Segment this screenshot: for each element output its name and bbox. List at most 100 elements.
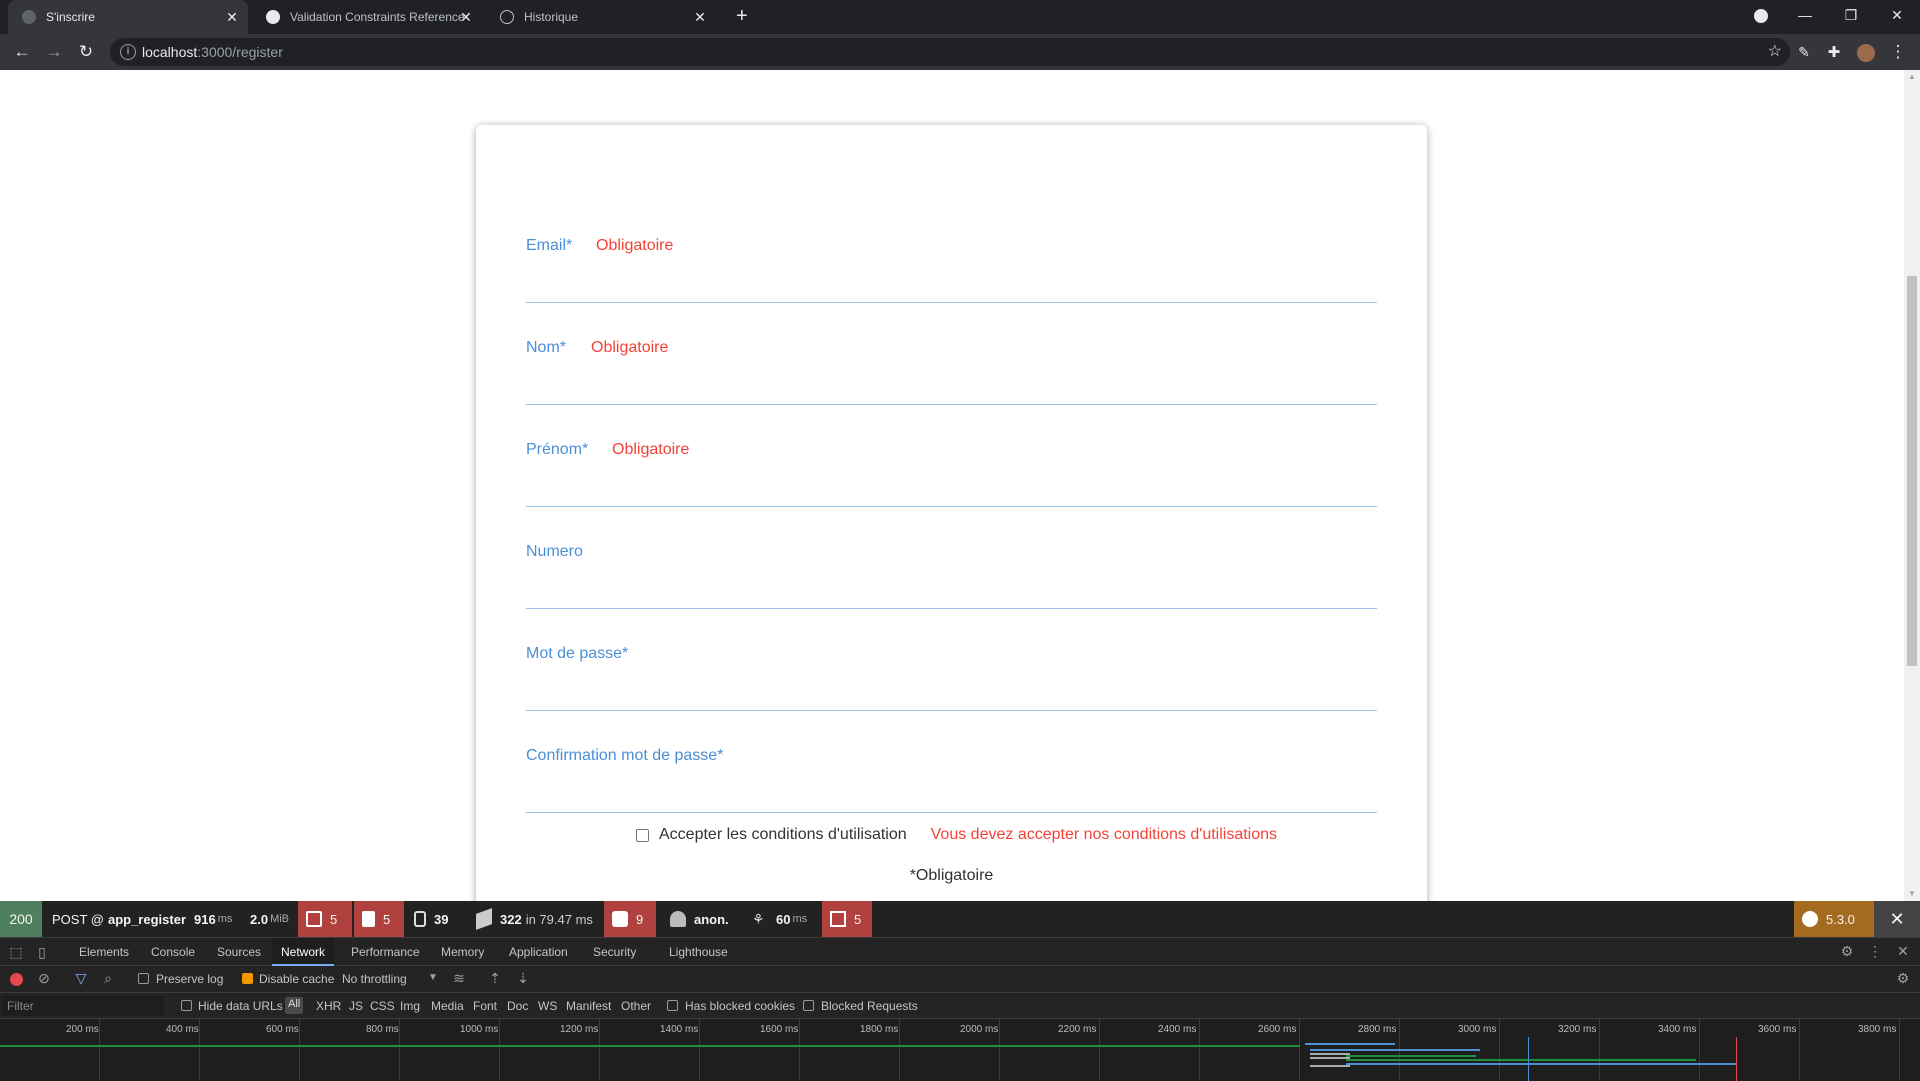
profile-avatar[interactable] bbox=[1857, 44, 1875, 62]
site-info-icon[interactable]: i bbox=[120, 44, 136, 60]
tab-performance[interactable]: Performance bbox=[342, 938, 429, 966]
close-tab-icon[interactable]: ✕ bbox=[692, 9, 708, 25]
throttling-select[interactable]: No throttling bbox=[342, 972, 407, 986]
tab-security[interactable]: Security bbox=[584, 938, 645, 966]
network-timeline-overview[interactable]: 200 ms 400 ms 600 ms 800 ms 1000 ms 1200… bbox=[0, 1019, 1920, 1081]
tab-historique[interactable]: Historique ✕ bbox=[486, 0, 716, 34]
devtools-menu-icon[interactable]: ⋮ bbox=[1866, 943, 1884, 961]
memory-panel[interactable]: 2.0 MiB bbox=[242, 901, 297, 937]
type-filter-other[interactable]: Other bbox=[621, 999, 651, 1013]
tab-memory[interactable]: Memory bbox=[432, 938, 493, 966]
request-route[interactable]: POST @ app_register bbox=[44, 901, 194, 937]
export-har-icon[interactable]: ⇣ bbox=[514, 970, 532, 988]
settings-gear-icon[interactable]: ⚙ bbox=[1838, 943, 1856, 961]
import-har-icon[interactable]: ⇡ bbox=[486, 970, 504, 988]
type-filter-css[interactable]: CSS bbox=[370, 999, 395, 1013]
validator-panel[interactable]: 5 bbox=[354, 901, 404, 937]
type-filter-doc[interactable]: Doc bbox=[507, 999, 528, 1013]
new-tab-icon[interactable]: + bbox=[736, 5, 748, 28]
tab-lighthouse[interactable]: Lighthouse bbox=[660, 938, 737, 966]
type-filter-all[interactable]: All bbox=[285, 997, 304, 1014]
filter-input[interactable]: Filter bbox=[2, 996, 164, 1016]
hide-data-urls-checkbox[interactable] bbox=[181, 1000, 192, 1011]
type-filter-manifest[interactable]: Manifest bbox=[566, 999, 611, 1013]
password-confirm-field[interactable]: Confirmation mot de passe* bbox=[526, 747, 1377, 813]
preserve-log-checkbox[interactable] bbox=[138, 973, 149, 984]
numero-input-underline[interactable] bbox=[526, 608, 1377, 609]
page-scrollbar[interactable]: ▲ ▼ bbox=[1904, 70, 1920, 901]
logs-panel[interactable]: 39 bbox=[406, 901, 456, 937]
type-filter-media[interactable]: Media bbox=[431, 999, 464, 1013]
clear-icon[interactable]: ⊘ bbox=[35, 970, 53, 988]
network-conditions-icon[interactable]: ≋ bbox=[450, 970, 468, 988]
close-window-icon[interactable]: ✕ bbox=[1874, 0, 1920, 30]
symfony-version-panel[interactable]: 5.3.0 bbox=[1794, 901, 1880, 937]
reload-icon[interactable]: ↻ bbox=[74, 40, 98, 64]
device-toolbar-icon[interactable]: ▯ bbox=[33, 944, 51, 962]
chevron-down-icon[interactable]: ▼ bbox=[424, 970, 442, 988]
tab-sinscrire[interactable]: S'inscrire ✕ bbox=[8, 0, 248, 34]
requests-panel[interactable]: 5 bbox=[822, 901, 872, 937]
type-filter-ws[interactable]: WS bbox=[538, 999, 557, 1013]
forward-icon[interactable]: → bbox=[42, 40, 66, 64]
security-panel[interactable]: anon. bbox=[662, 901, 737, 937]
hide-toolbar-icon[interactable]: ✕ bbox=[1874, 901, 1920, 937]
type-filter-xhr[interactable]: XHR bbox=[316, 999, 341, 1013]
close-devtools-icon[interactable]: ✕ bbox=[1894, 943, 1912, 961]
tab-sources[interactable]: Sources bbox=[208, 938, 270, 966]
email-input-underline[interactable] bbox=[526, 302, 1377, 303]
back-icon[interactable]: ← bbox=[10, 40, 34, 64]
load-event-marker bbox=[1736, 1037, 1737, 1081]
prenom-input-underline[interactable] bbox=[526, 506, 1377, 507]
timeline-gridline bbox=[1499, 1019, 1500, 1081]
terms-row: Accepter les conditions d'utilisation Vo… bbox=[636, 825, 1277, 845]
tab-validation-constraints[interactable]: Validation Constraints Reference ✕ bbox=[252, 0, 482, 34]
terms-checkbox[interactable] bbox=[636, 828, 649, 842]
translation-panel[interactable]: 9 bbox=[604, 901, 656, 937]
tab-elements[interactable]: Elements bbox=[70, 938, 138, 966]
scrollbar-thumb[interactable] bbox=[1907, 276, 1917, 666]
network-settings-icon[interactable]: ⚙ bbox=[1894, 970, 1912, 988]
scroll-down-icon[interactable]: ▼ bbox=[1904, 887, 1920, 901]
tab-network[interactable]: Network bbox=[272, 938, 335, 966]
prenom-field[interactable]: Prénom* Obligatoire bbox=[526, 441, 1377, 507]
tab-application[interactable]: Application bbox=[500, 938, 577, 966]
blocked-requests-checkbox[interactable] bbox=[803, 1000, 814, 1011]
nom-field[interactable]: Nom* Obligatoire bbox=[526, 339, 1377, 405]
nom-input-underline[interactable] bbox=[526, 404, 1377, 405]
search-icon[interactable]: ⌕ bbox=[99, 970, 117, 988]
address-bar[interactable]: i localhost:3000/register ☆ bbox=[110, 38, 1790, 66]
forms-panel[interactable]: 5 bbox=[298, 901, 352, 937]
filter-funnel-icon[interactable]: ▽ bbox=[72, 970, 90, 988]
menu-kebab-icon[interactable]: ⋮ bbox=[1886, 40, 1910, 64]
tab-console[interactable]: Console bbox=[142, 938, 204, 966]
bookmark-star-icon[interactable]: ☆ bbox=[1768, 41, 1782, 61]
cache-panel[interactable]: 322 in 79.47 ms bbox=[468, 901, 601, 937]
restore-icon[interactable]: ❐ bbox=[1828, 0, 1874, 30]
type-filter-js[interactable]: JS bbox=[349, 999, 363, 1013]
has-blocked-cookies-checkbox[interactable] bbox=[667, 1000, 678, 1011]
email-field[interactable]: Email* Obligatoire bbox=[526, 237, 1377, 303]
extensions-puzzle-icon[interactable]: ✚ bbox=[1822, 40, 1846, 64]
record-icon[interactable] bbox=[10, 973, 23, 986]
status-code-badge[interactable]: 200 bbox=[0, 901, 42, 937]
disable-cache-checkbox[interactable] bbox=[242, 973, 253, 984]
devtools-panel: ⬚ ▯ Elements Console Sources Network Per… bbox=[0, 937, 1920, 1081]
extension-pen-icon[interactable]: ✎ bbox=[1792, 40, 1816, 64]
close-tab-icon[interactable]: ✕ bbox=[224, 9, 240, 25]
scroll-up-icon[interactable]: ▲ bbox=[1904, 70, 1920, 84]
numero-field[interactable]: Numero bbox=[526, 543, 1377, 609]
twig-panel[interactable]: ⚘ 60 ms bbox=[744, 901, 815, 937]
type-filter-img[interactable]: Img bbox=[400, 999, 420, 1013]
tab-search-icon[interactable] bbox=[1754, 9, 1768, 23]
password-confirm-input-underline[interactable] bbox=[526, 812, 1377, 813]
password-input-underline[interactable] bbox=[526, 710, 1377, 711]
network-filter-bar: Filter Hide data URLs All XHR JS CSS Img… bbox=[0, 993, 1920, 1019]
minimize-icon[interactable]: — bbox=[1782, 0, 1828, 30]
inspect-element-icon[interactable]: ⬚ bbox=[7, 944, 25, 962]
password-confirm-label: Confirmation mot de passe* bbox=[526, 747, 724, 764]
password-field[interactable]: Mot de passe* bbox=[526, 645, 1377, 711]
time-panel[interactable]: 916 ms bbox=[186, 901, 240, 937]
type-filter-font[interactable]: Font bbox=[473, 999, 497, 1013]
close-tab-icon[interactable]: ✕ bbox=[458, 9, 474, 25]
